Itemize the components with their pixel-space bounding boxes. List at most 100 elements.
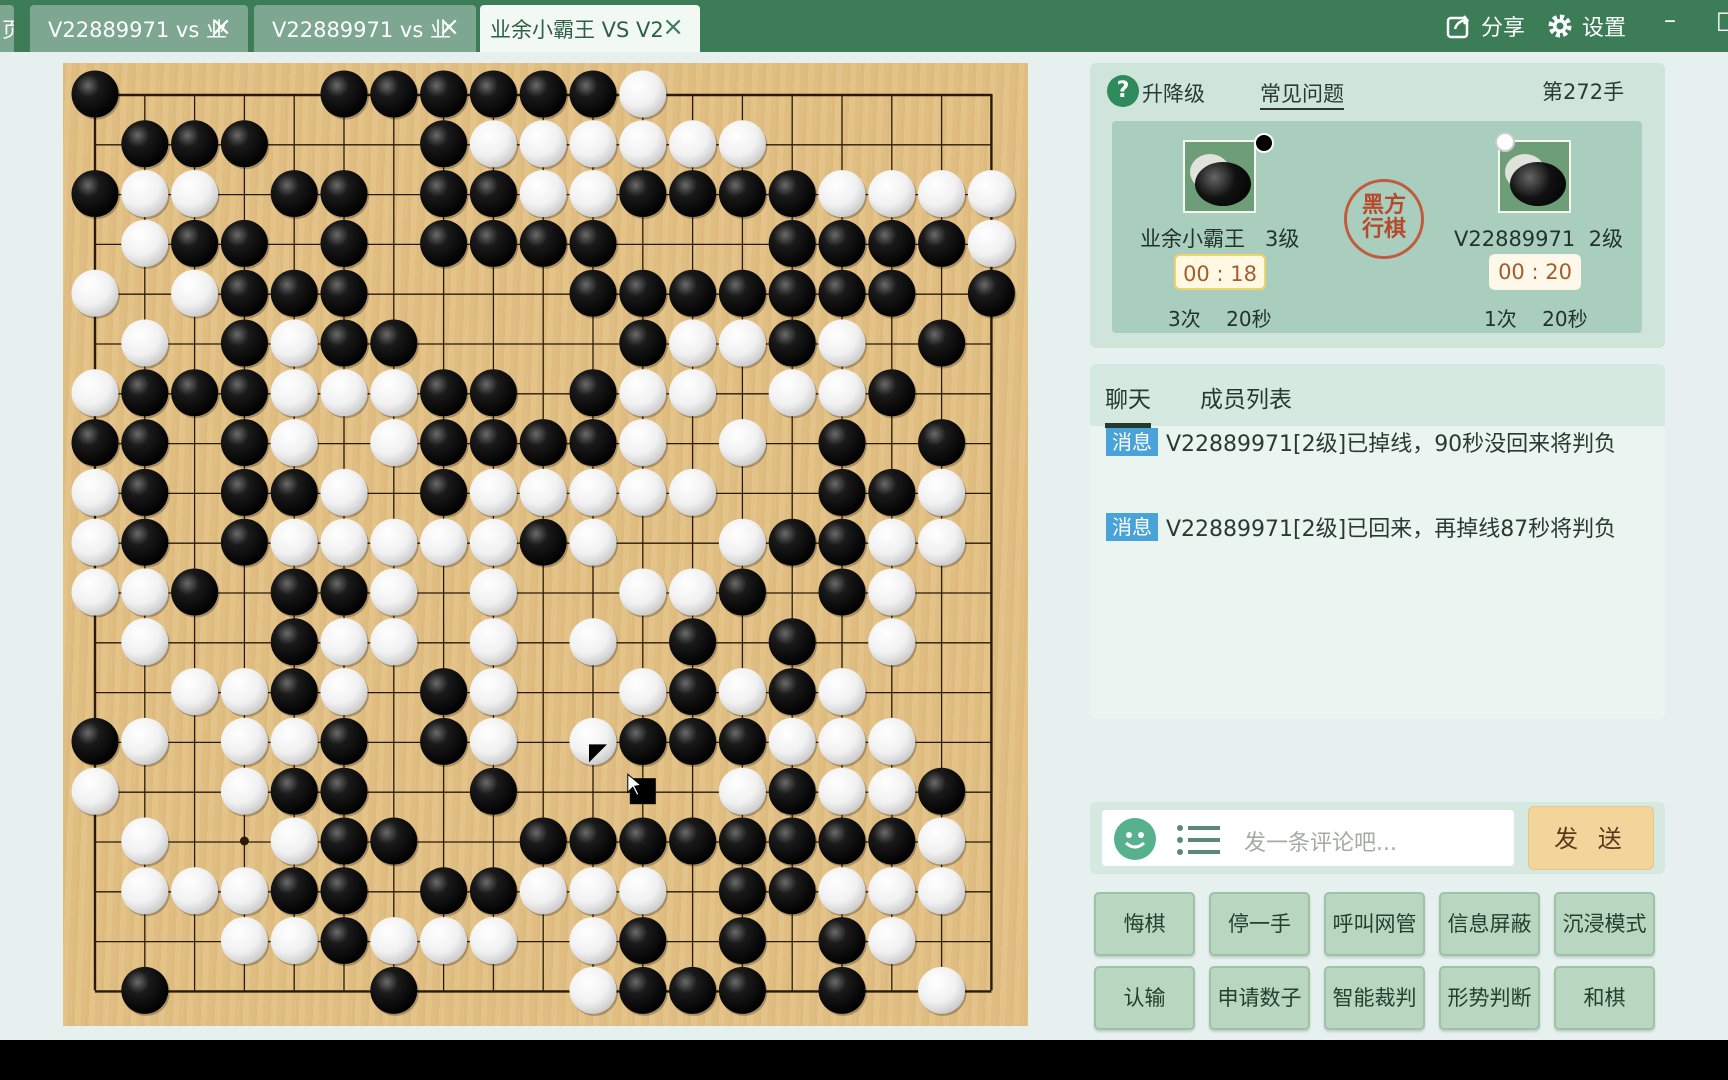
black-stone bbox=[320, 70, 368, 118]
call-admin-button[interactable]: 呼叫网管 bbox=[1324, 892, 1425, 956]
white-stone bbox=[469, 468, 517, 516]
close-icon[interactable]: × bbox=[662, 13, 684, 41]
black-stone bbox=[171, 219, 219, 267]
black-stone bbox=[220, 369, 268, 417]
players-area: 业余小霸王 3级 00 : 18 3次 20秒 黑方 行棋 V22889971 … bbox=[1112, 121, 1642, 333]
black-stone bbox=[768, 170, 816, 218]
black-stone bbox=[768, 319, 816, 367]
black-stone bbox=[320, 917, 368, 965]
white-stone bbox=[718, 419, 766, 467]
share-label: 分享 bbox=[1481, 16, 1526, 41]
tab-label: 业余小霸王 VS V2 bbox=[490, 17, 664, 42]
black-stone bbox=[270, 269, 318, 317]
black-stone bbox=[220, 219, 268, 267]
white-stone bbox=[270, 419, 318, 467]
white-stone bbox=[818, 717, 866, 765]
tab-game-3[interactable]: 业余小霸王 VS V2 × bbox=[480, 5, 700, 52]
black-stone bbox=[768, 518, 816, 566]
white-stone bbox=[868, 618, 916, 666]
black-stone bbox=[718, 867, 766, 915]
tab-bar: 页 V22889971 vs 业 × V22889971 vs 业 × 业余小霸… bbox=[0, 0, 1728, 52]
immersive-mode-button[interactable]: 沉浸模式 bbox=[1554, 892, 1655, 956]
list-icon[interactable] bbox=[1176, 824, 1222, 856]
black-stone bbox=[569, 269, 617, 317]
black-stone bbox=[469, 767, 517, 815]
black-stone bbox=[320, 319, 368, 367]
black-stone bbox=[868, 468, 916, 516]
white-timer: 00 : 20 bbox=[1489, 254, 1581, 290]
black-stone bbox=[320, 817, 368, 865]
white-stone bbox=[270, 717, 318, 765]
message-badge: 消息 bbox=[1106, 428, 1158, 456]
settings-button[interactable]: 设置 bbox=[1546, 9, 1626, 43]
black-stone bbox=[818, 419, 866, 467]
black-player-avatar[interactable] bbox=[1183, 140, 1256, 213]
white-stone bbox=[469, 518, 517, 566]
black-stone bbox=[71, 717, 119, 765]
black-stone bbox=[220, 518, 268, 566]
black-stone bbox=[569, 369, 617, 417]
draw-button[interactable]: 和棋 bbox=[1554, 966, 1655, 1030]
comment-input[interactable]: 发一条评论吧... bbox=[1244, 825, 1397, 857]
board-grid[interactable] bbox=[63, 63, 1028, 1026]
close-icon[interactable]: × bbox=[210, 13, 232, 41]
smart-judge-button[interactable]: 智能裁判 bbox=[1324, 966, 1425, 1030]
black-stone bbox=[619, 966, 667, 1014]
white-stone bbox=[967, 219, 1015, 267]
black-stone bbox=[569, 817, 617, 865]
white-stone bbox=[420, 917, 468, 965]
situation-button[interactable]: 形势判断 bbox=[1439, 966, 1540, 1030]
white-stone bbox=[121, 170, 169, 218]
resign-button[interactable]: 认输 bbox=[1094, 966, 1195, 1030]
tab-game-2[interactable]: V22889971 vs 业 × bbox=[254, 5, 476, 52]
go-board[interactable] bbox=[63, 63, 1028, 1026]
tab-partial[interactable]: 页 bbox=[0, 5, 14, 52]
white-stone bbox=[71, 518, 119, 566]
tab-game-1[interactable]: V22889971 vs 业 × bbox=[30, 5, 248, 52]
black-stone bbox=[818, 269, 866, 317]
white-stone bbox=[469, 717, 517, 765]
white-stone bbox=[918, 817, 966, 865]
tab-chat[interactable]: 聊天 bbox=[1105, 380, 1151, 428]
white-stone bbox=[768, 369, 816, 417]
white-stone bbox=[868, 717, 916, 765]
white-stone bbox=[868, 767, 916, 815]
block-info-button[interactable]: 信息屏蔽 bbox=[1439, 892, 1540, 956]
black-stone bbox=[320, 170, 368, 218]
white-stone bbox=[619, 568, 667, 616]
emoji-icon[interactable] bbox=[1114, 818, 1156, 860]
white-stone bbox=[171, 867, 219, 915]
comment-box[interactable]: 发一条评论吧... bbox=[1102, 810, 1514, 866]
black-stone bbox=[619, 170, 667, 218]
maximize-button[interactable]: □ bbox=[1716, 6, 1728, 34]
minimize-button[interactable]: – bbox=[1664, 6, 1676, 34]
white-stone bbox=[569, 618, 617, 666]
faq-link[interactable]: 常见问题 bbox=[1260, 78, 1344, 110]
white-stone bbox=[718, 767, 766, 815]
settings-label: 设置 bbox=[1582, 16, 1627, 41]
pass-button[interactable]: 停一手 bbox=[1209, 892, 1310, 956]
white-stone bbox=[370, 917, 418, 965]
white-stone bbox=[121, 867, 169, 915]
request-count-button[interactable]: 申请数子 bbox=[1209, 966, 1310, 1030]
black-stone bbox=[768, 867, 816, 915]
help-icon[interactable]: ? bbox=[1107, 75, 1139, 107]
white-stone bbox=[320, 369, 368, 417]
black-stone bbox=[320, 717, 368, 765]
black-stone bbox=[370, 319, 418, 367]
share-button[interactable]: 分享 bbox=[1445, 9, 1525, 43]
white-stone bbox=[669, 468, 717, 516]
white-stone bbox=[918, 468, 966, 516]
close-icon[interactable]: × bbox=[438, 13, 460, 41]
black-stone bbox=[220, 419, 268, 467]
black-stone bbox=[420, 717, 468, 765]
black-stone bbox=[270, 468, 318, 516]
send-button[interactable]: 发 送 bbox=[1528, 806, 1654, 870]
upgrade-link[interactable]: 升降级 bbox=[1142, 78, 1205, 108]
undo-button[interactable]: 悔棋 bbox=[1094, 892, 1195, 956]
white-stone bbox=[718, 668, 766, 716]
tab-members[interactable]: 成员列表 bbox=[1200, 380, 1292, 414]
black-stone bbox=[519, 518, 567, 566]
white-stone bbox=[320, 668, 368, 716]
black-stone bbox=[420, 668, 468, 716]
